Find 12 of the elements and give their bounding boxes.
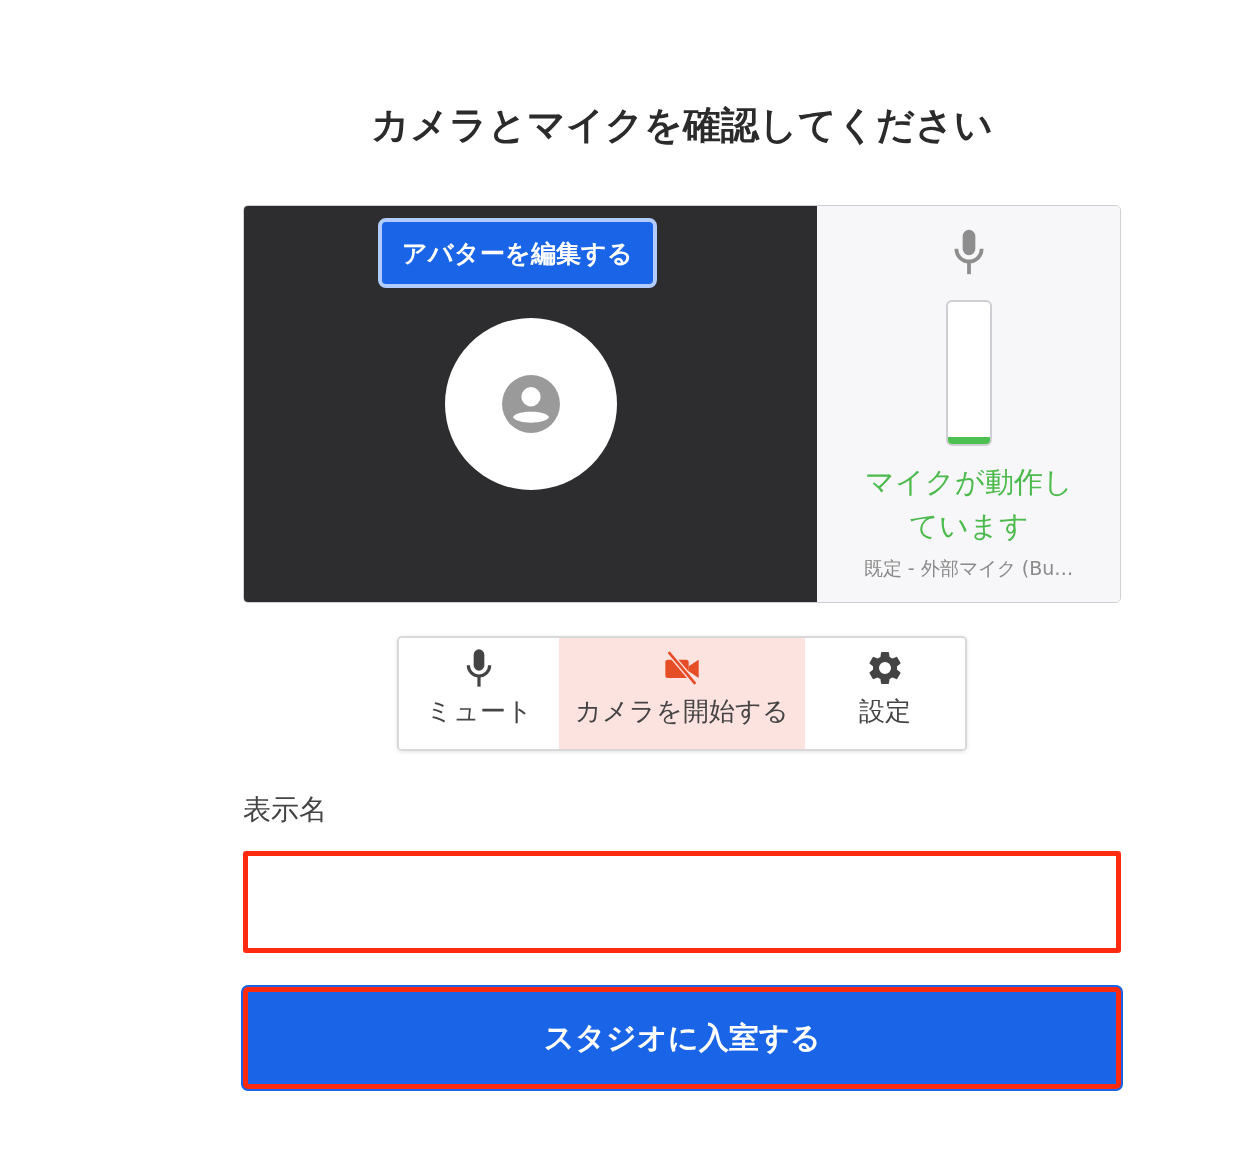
settings-button[interactable]: 設定 [805, 638, 965, 749]
camera-off-icon [662, 648, 702, 688]
camera-button[interactable]: カメラを開始する [559, 638, 805, 749]
edit-avatar-button[interactable]: アバターを編集する [378, 218, 657, 288]
display-name-label: 表示名 [243, 792, 328, 828]
mic-device-name: 既定 - 外部マイク (Bu… [863, 556, 1074, 581]
mute-button[interactable]: ミュート [399, 638, 559, 749]
user-icon [501, 375, 560, 433]
page-title: カメラとマイクを確認してください [370, 102, 994, 149]
enter-studio-button[interactable]: スタジオに入室する [243, 987, 1121, 1089]
mic-status: マイクが動作しています [863, 464, 1074, 545]
display-name-field[interactable] [243, 851, 1121, 953]
